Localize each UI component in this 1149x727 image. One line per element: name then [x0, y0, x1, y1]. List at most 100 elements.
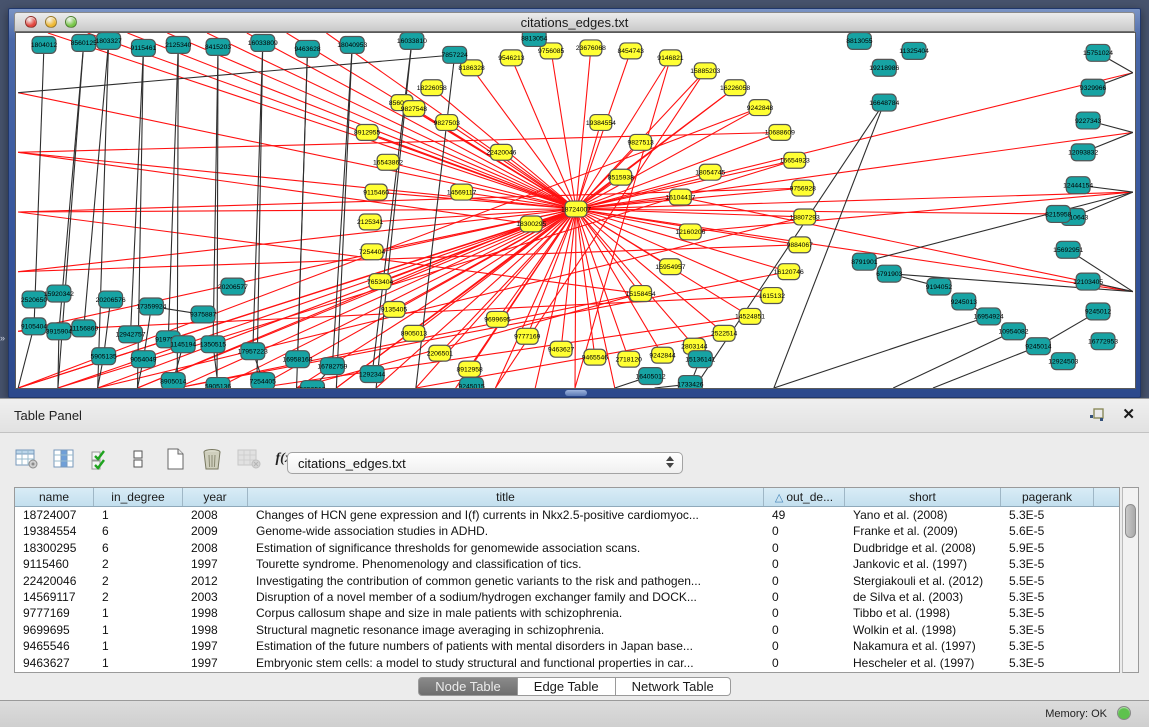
graph-node[interactable]: 1803327 [95, 33, 122, 49]
minimize-window-button[interactable] [45, 16, 57, 28]
graph-node[interactable]: 12093832 [1068, 144, 1098, 161]
graph-node[interactable]: 2522514 [711, 325, 738, 341]
graph-node[interactable]: 18300295 [516, 216, 546, 232]
graph-node[interactable]: 9463627 [548, 341, 575, 357]
zoom-window-button[interactable] [65, 16, 77, 28]
graph-node[interactable]: 9115460 [363, 184, 389, 200]
delete-column-icon[interactable] [199, 446, 225, 472]
graph-node[interactable]: 15751024 [1083, 44, 1113, 61]
graph-node[interactable]: 18054745 [695, 164, 725, 180]
graph-node[interactable]: 9135405 [381, 301, 408, 317]
graph-node[interactable]: 18724007 [561, 201, 591, 217]
close-panel-icon[interactable]: ✕ [1122, 405, 1135, 423]
graph-node[interactable]: 9827548 [401, 101, 428, 117]
column-header-year[interactable]: year [183, 488, 248, 506]
graph-node[interactable]: 2206501 [427, 345, 454, 361]
graph-node[interactable]: 8912958 [456, 361, 483, 377]
graph-node[interactable]: 9245014 [1025, 338, 1052, 355]
table-row[interactable]: 977716911998Corpus callosum shape and si… [15, 605, 1119, 621]
graph-node[interactable]: 9375887 [190, 306, 217, 323]
graph-edge[interactable] [131, 48, 144, 334]
graph-node[interactable]: 9850512 [299, 381, 326, 388]
float-panel-icon[interactable] [1089, 407, 1105, 423]
graph-node[interactable]: 7254404 [359, 244, 386, 260]
graph-node[interactable]: 9884067 [787, 237, 814, 253]
graph-node[interactable]: 16954924 [974, 308, 1004, 325]
graph-node[interactable]: 18807293 [790, 209, 820, 225]
graph-node[interactable]: 1615132 [759, 288, 786, 304]
graph-node[interactable]: 7653404 [367, 274, 394, 290]
graph-edge[interactable] [332, 45, 352, 366]
graph-edge[interactable] [247, 33, 576, 209]
window-titlebar[interactable]: citations_edges.txt [14, 12, 1135, 32]
close-window-button[interactable] [25, 16, 37, 28]
graph-node[interactable]: 15885203 [690, 63, 720, 79]
graph-edge[interactable] [495, 209, 576, 388]
column-header-out_de[interactable]: △out_de... [764, 488, 845, 506]
column-header-title[interactable]: title [248, 488, 764, 506]
graph-node[interactable]: 1733426 [677, 376, 704, 388]
graph-node[interactable]: 10688609 [765, 124, 795, 140]
graph-node[interactable]: 5905136 [205, 378, 232, 388]
graph-node[interactable]: 7857224 [442, 46, 469, 63]
graph-node[interactable]: 9329966 [1080, 79, 1107, 96]
graph-node[interactable]: 11156869 [69, 320, 98, 337]
graph-edge[interactable] [34, 45, 44, 326]
column-header-pagerank[interactable]: pagerank [1001, 488, 1094, 506]
graph-edge[interactable] [576, 58, 670, 209]
graph-node[interactable]: 16226058 [720, 80, 750, 96]
graph-node[interactable]: 8415203 [205, 38, 232, 55]
graph-edge[interactable] [18, 326, 34, 388]
graph-node[interactable]: 8912955 [354, 124, 381, 140]
graph-node[interactable]: 16648784 [869, 94, 899, 111]
graph-node[interactable]: 16772953 [1088, 333, 1118, 350]
graph-node[interactable]: 9245013 [951, 293, 978, 310]
tab-edge-table[interactable]: Edge Table [518, 677, 616, 696]
table-row[interactable]: 1830029562008Estimation of significance … [15, 540, 1119, 556]
graph-node[interactable]: 8791901 [851, 253, 878, 270]
select-columns-icon[interactable] [88, 446, 114, 472]
table-row[interactable]: 911546021997Tourette syndrome. Phenomeno… [15, 556, 1119, 572]
graph-node[interactable]: 18226058 [417, 80, 447, 96]
graph-node[interactable]: 15954957 [655, 259, 685, 275]
graph-node[interactable]: 9463628 [294, 40, 321, 57]
graph-edge[interactable] [575, 58, 670, 388]
graph-node[interactable]: 7254405 [250, 373, 277, 388]
graph-node[interactable]: 9115461 [131, 39, 157, 56]
graph-node[interactable]: 16543862 [373, 154, 403, 170]
graph-node[interactable]: 8515938 [608, 169, 635, 185]
graph-node[interactable]: 20206577 [218, 278, 248, 295]
network-table-selector[interactable]: citations_edges.txt [287, 452, 683, 474]
graph-edge[interactable] [84, 41, 109, 328]
graph-node[interactable]: 20206576 [96, 291, 126, 308]
graph-node[interactable]: 9105404 [21, 318, 48, 335]
table-row[interactable]: 1456911722003Disruption of a novel membe… [15, 589, 1119, 605]
tab-network-table[interactable]: Network Table [616, 677, 731, 696]
graph-node[interactable]: 9546213 [498, 50, 525, 66]
graph-node[interactable]: 22420046 [486, 144, 516, 160]
graph-node[interactable]: 1145194 [170, 336, 196, 353]
graph-node[interactable]: 6791903 [876, 265, 903, 282]
citation-network-graph[interactable]: 1872400785601238912955182260589827503982… [16, 33, 1135, 388]
graph-node[interactable]: 15136141 [685, 351, 715, 368]
graph-node[interactable]: 10954082 [999, 323, 1029, 340]
graph-node[interactable]: 16033809 [248, 34, 278, 51]
graph-node[interactable]: 12942757 [115, 326, 145, 343]
graph-node[interactable]: 9054049 [130, 351, 157, 368]
graph-node[interactable]: 11325404 [899, 42, 929, 59]
graph-node[interactable]: 16120746 [774, 264, 804, 280]
graph-node[interactable]: 12160206 [675, 224, 705, 240]
graph-node[interactable]: 16033810 [397, 33, 427, 49]
import-table-disabled-icon[interactable] [236, 446, 262, 472]
graph-edge[interactable] [933, 346, 1038, 388]
graph-node[interactable]: 9245015 [458, 378, 485, 388]
graph-node[interactable]: 19218986 [869, 59, 899, 76]
graph-edge[interactable] [177, 272, 789, 388]
window-resize-grip[interactable] [565, 390, 587, 396]
graph-node[interactable]: 2125340 [165, 36, 192, 53]
graph-node[interactable]: 19384554 [586, 115, 616, 131]
graph-node[interactable]: 8215958 [1045, 206, 1072, 223]
column-header-short[interactable]: short [845, 488, 1001, 506]
graph-node[interactable]: 8813055 [846, 33, 873, 49]
graph-edge[interactable] [575, 209, 576, 388]
